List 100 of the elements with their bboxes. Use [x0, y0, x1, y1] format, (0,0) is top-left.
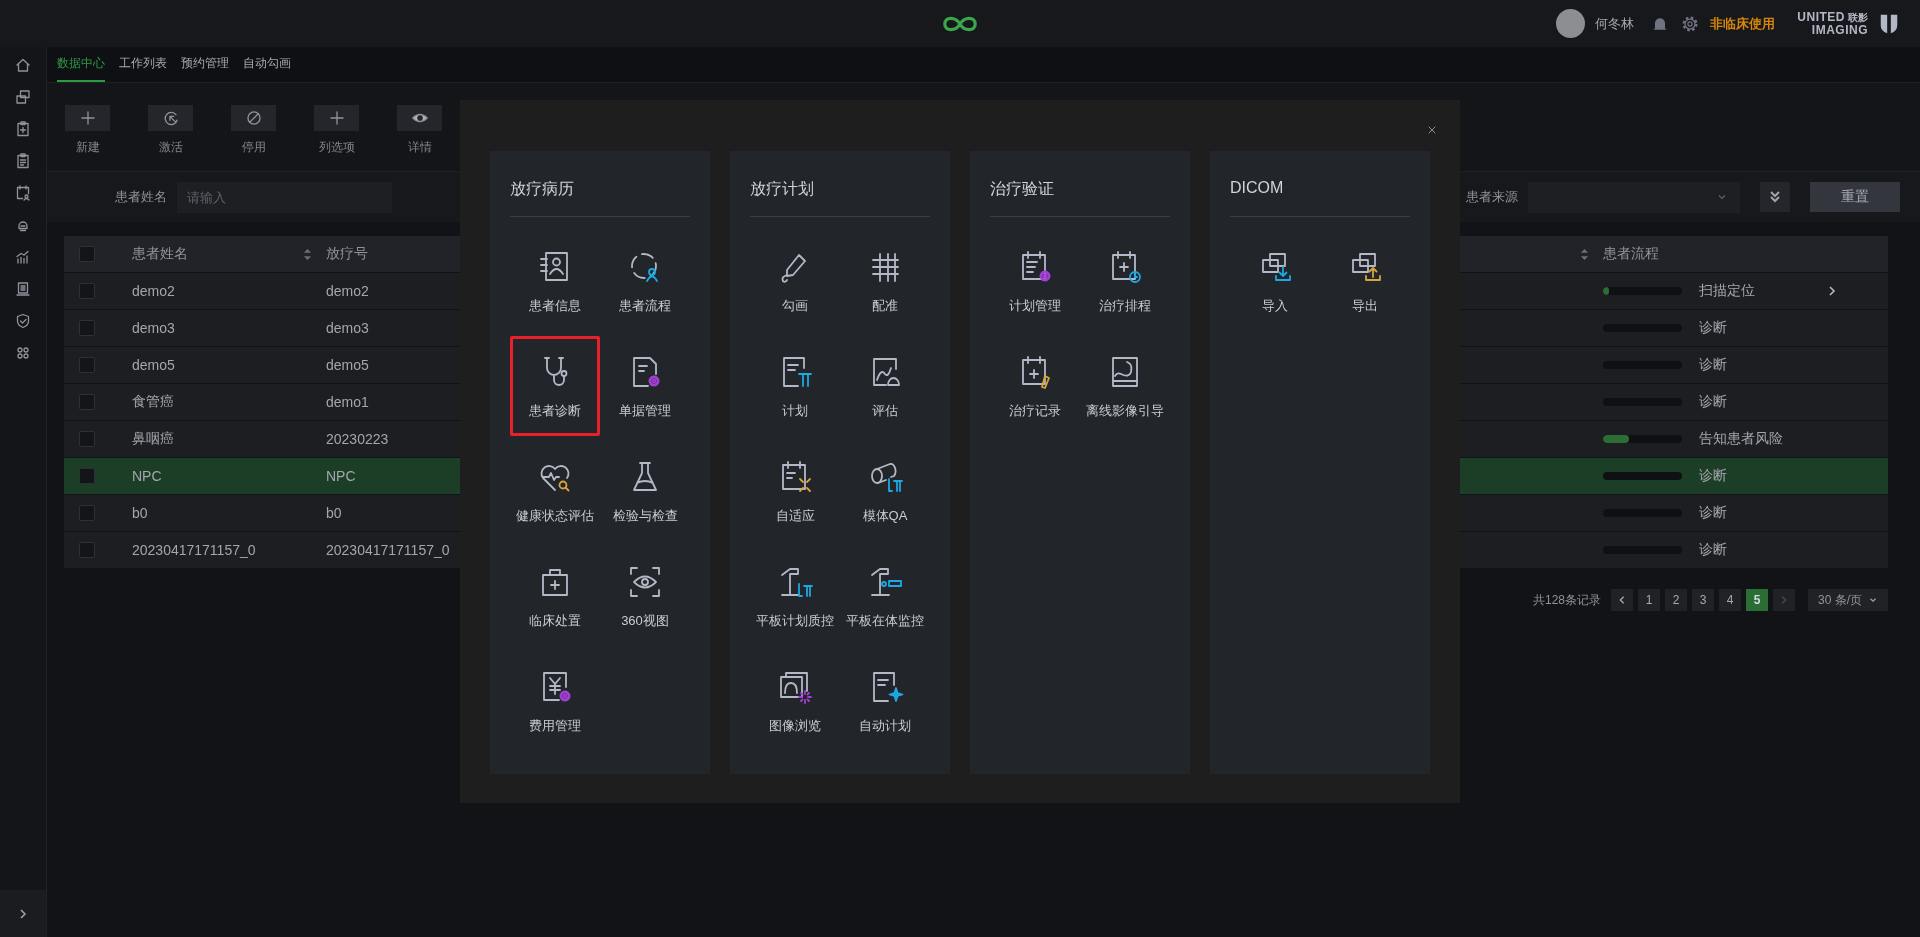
- app-tile[interactable]: 导出: [1320, 231, 1410, 331]
- toolbar-label: 新建: [75, 139, 100, 156]
- table-cell-text: 诊断: [1699, 356, 1728, 374]
- brand-name: IMAGING: [1811, 23, 1868, 37]
- toolbar-button[interactable]: [231, 105, 276, 131]
- table-cell: b0: [326, 505, 342, 521]
- table-cell: demo3: [326, 320, 369, 336]
- brand-name: UNITED: [1797, 10, 1845, 24]
- windows-icon[interactable]: [13, 87, 33, 107]
- user-name[interactable]: 何冬林: [1595, 14, 1635, 33]
- name-input[interactable]: 请输入: [177, 181, 392, 213]
- table-cell-text: 诊断: [1699, 541, 1728, 559]
- page-size-select[interactable]: 30 条/页: [1808, 589, 1888, 611]
- table-cell-text: 诊断: [1699, 504, 1728, 522]
- app-tile[interactable]: 平板在体监控: [840, 546, 930, 646]
- toolbar-label: 详情: [407, 139, 432, 156]
- app-tile[interactable]: 患者诊断: [510, 336, 600, 436]
- app-tile[interactable]: 模体QA: [840, 441, 930, 541]
- app-tile[interactable]: 计划管理: [990, 231, 1080, 331]
- app-tile[interactable]: 360视图: [600, 546, 690, 646]
- toolbar-button[interactable]: [65, 105, 110, 131]
- app-tile[interactable]: 健康状态评估: [510, 441, 600, 541]
- double-chevron-icon: [1767, 189, 1783, 205]
- reset-button[interactable]: 重置: [1810, 182, 1900, 212]
- table-cell: NPC: [326, 468, 356, 484]
- table-cell: demo5: [326, 357, 369, 373]
- checkbox[interactable]: [79, 468, 95, 484]
- app-tile[interactable]: 检验与检查: [600, 441, 690, 541]
- app-tile[interactable]: 患者流程: [600, 231, 690, 331]
- toolbar-button[interactable]: [397, 105, 442, 131]
- app-tile[interactable]: 图像浏览: [750, 651, 840, 751]
- toolbar-label: 激活: [158, 139, 183, 156]
- toolbar-label: 停用: [241, 139, 266, 156]
- app-tile[interactable]: 勾画: [750, 231, 840, 331]
- avatar[interactable]: [1556, 9, 1586, 38]
- sort-icon[interactable]: [303, 247, 312, 261]
- app-tile[interactable]: 离线影像引导: [1080, 336, 1170, 436]
- column-header: 患者流程: [1603, 245, 1659, 263]
- column-header: 患者姓名: [132, 245, 188, 263]
- previous-page-button[interactable]: [1611, 589, 1633, 611]
- chevron-left-icon: [1617, 595, 1627, 605]
- checkbox[interactable]: [79, 431, 95, 447]
- table-cell: 食管癌: [132, 393, 174, 411]
- category-title: DICOM: [1230, 179, 1285, 198]
- close-icon[interactable]: [1427, 125, 1437, 135]
- checkbox[interactable]: [79, 394, 95, 410]
- brand-shield-icon: [1878, 12, 1900, 35]
- checkbox[interactable]: [79, 505, 95, 521]
- checkbox[interactable]: [79, 357, 95, 373]
- tab[interactable]: 工作列表: [119, 47, 167, 82]
- app-tile[interactable]: 临床处置: [510, 546, 600, 646]
- table-cell: 20230417171157_0: [132, 542, 256, 558]
- app-tile[interactable]: 导入: [1230, 231, 1320, 331]
- app-tile[interactable]: 治疗排程: [1080, 231, 1170, 331]
- chevron-right-icon[interactable]: [1826, 285, 1838, 297]
- table-cell: 20230223: [326, 431, 389, 447]
- filter-label: 患者来源: [1466, 188, 1518, 206]
- page-button[interactable]: 4: [1719, 589, 1741, 611]
- table-cell-text: 诊断: [1699, 393, 1728, 411]
- app-tile[interactable]: 治疗记录: [990, 336, 1080, 436]
- app-tile[interactable]: 平板计划质控: [750, 546, 840, 646]
- table-cell: 20230417171157_0: [326, 542, 450, 558]
- chevron-right-icon: [1779, 595, 1789, 605]
- page-button[interactable]: 3: [1692, 589, 1714, 611]
- app-tile[interactable]: 费用管理: [510, 651, 600, 751]
- table-cell: demo1: [326, 394, 369, 410]
- checkbox[interactable]: [79, 283, 95, 299]
- app-tile[interactable]: 计划: [750, 336, 840, 436]
- table-cell: demo2: [326, 283, 369, 299]
- app-tile[interactable]: 自动计划: [840, 651, 930, 751]
- usage-notice: 非临床使用: [1710, 14, 1776, 33]
- table-cell-text: 诊断: [1699, 319, 1728, 337]
- column-header: 放疗号: [326, 245, 368, 263]
- page-button[interactable]: 2: [1665, 589, 1687, 611]
- app-tile[interactable]: 自适应: [750, 441, 840, 541]
- app-tile[interactable]: 单据管理: [600, 336, 690, 436]
- app-tile[interactable]: 配准: [840, 231, 930, 331]
- table-cell-text: 告知患者风险: [1699, 430, 1784, 448]
- app-tile[interactable]: 评估: [840, 336, 930, 436]
- tab[interactable]: 预约管理: [181, 47, 229, 82]
- toolbar-button[interactable]: [314, 105, 359, 131]
- sort-icon[interactable]: [1580, 247, 1589, 261]
- app-tile[interactable]: 患者信息: [510, 231, 600, 331]
- record-count: 共128条记录: [1532, 591, 1601, 609]
- expand-filters-button[interactable]: [1760, 182, 1790, 212]
- toolbar-label: 列选项: [318, 139, 355, 156]
- filter-label: 患者姓名: [115, 188, 167, 206]
- toolbar-button[interactable]: [148, 105, 193, 131]
- checkbox[interactable]: [79, 246, 95, 262]
- table-cell-text: 扫描定位: [1699, 282, 1756, 300]
- page-button[interactable]: 1: [1638, 589, 1660, 611]
- category-title: 放疗计划: [750, 179, 815, 199]
- tab[interactable]: 自动勾画: [243, 47, 291, 82]
- table-cell: 鼻咽癌: [132, 430, 174, 448]
- checkbox[interactable]: [79, 320, 95, 336]
- page-button[interactable]: 5: [1746, 589, 1768, 611]
- checkbox[interactable]: [79, 542, 95, 558]
- table-cell: b0: [132, 505, 148, 521]
- chevron-right-icon: [17, 907, 29, 920]
- category-title: 治疗验证: [990, 179, 1055, 199]
